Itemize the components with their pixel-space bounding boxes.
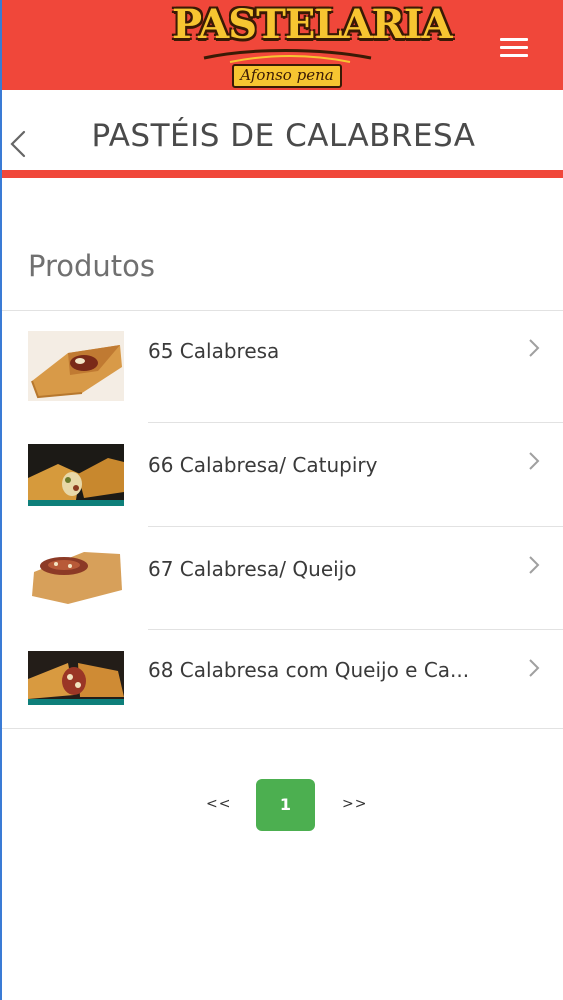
hamburger-menu-icon[interactable] [494, 30, 536, 64]
pagination-next[interactable]: >> [342, 796, 367, 812]
chevron-right-icon [529, 556, 540, 574]
back-button[interactable] [4, 126, 34, 162]
page: PASTELARIA Afonso pena PASTÉIS DE CALABR… [0, 0, 563, 1000]
product-label: 67 Calabresa/ Queijo [148, 557, 357, 581]
product-thumbnail [28, 651, 124, 705]
chevron-right-icon [529, 659, 540, 677]
pagination-page-current[interactable]: 1 [256, 779, 315, 831]
product-thumbnail [28, 331, 124, 401]
chevron-right-icon [529, 339, 540, 357]
pastel-photo-icon [28, 651, 124, 705]
menu-bar-middle [500, 46, 528, 49]
pastel-photo-icon [28, 546, 124, 606]
logo-sub-text: Afonso pena [232, 64, 342, 88]
pastel-photo-icon [28, 331, 124, 401]
logo-main-text: PASTELARIA [172, 1, 453, 48]
product-label: 65 Calabresa [148, 339, 280, 363]
title-underline [2, 170, 563, 178]
product-item-68[interactable]: 68 Calabresa com Queijo e Ca... [2, 629, 563, 728]
pastelaria-logo[interactable]: PASTELARIA Afonso pena [172, 1, 453, 90]
logo-swash-decoration [203, 49, 372, 63]
top-header: PASTELARIA Afonso pena [2, 0, 563, 90]
product-thumbnail [28, 444, 124, 506]
product-item-67[interactable]: 67 Calabresa/ Queijo [2, 526, 563, 629]
product-label: 66 Calabresa/ Catupiry [148, 453, 378, 477]
section-heading: Produtos [28, 249, 156, 283]
list-bottom-divider [2, 728, 563, 729]
chevron-left-icon [10, 130, 26, 158]
product-item-65[interactable]: 65 Calabresa [2, 310, 563, 422]
page-title: PASTÉIS DE CALABRESA [91, 118, 476, 154]
product-item-66[interactable]: 66 Calabresa/ Catupiry [2, 422, 563, 526]
menu-bar-bottom [500, 54, 528, 57]
pastel-photo-icon [28, 444, 124, 506]
chevron-right-icon [529, 452, 540, 470]
pagination-prev[interactable]: << [206, 796, 231, 812]
menu-bar-top [500, 38, 528, 41]
product-label: 68 Calabresa com Queijo e Ca... [148, 658, 470, 682]
product-thumbnail [28, 546, 124, 606]
